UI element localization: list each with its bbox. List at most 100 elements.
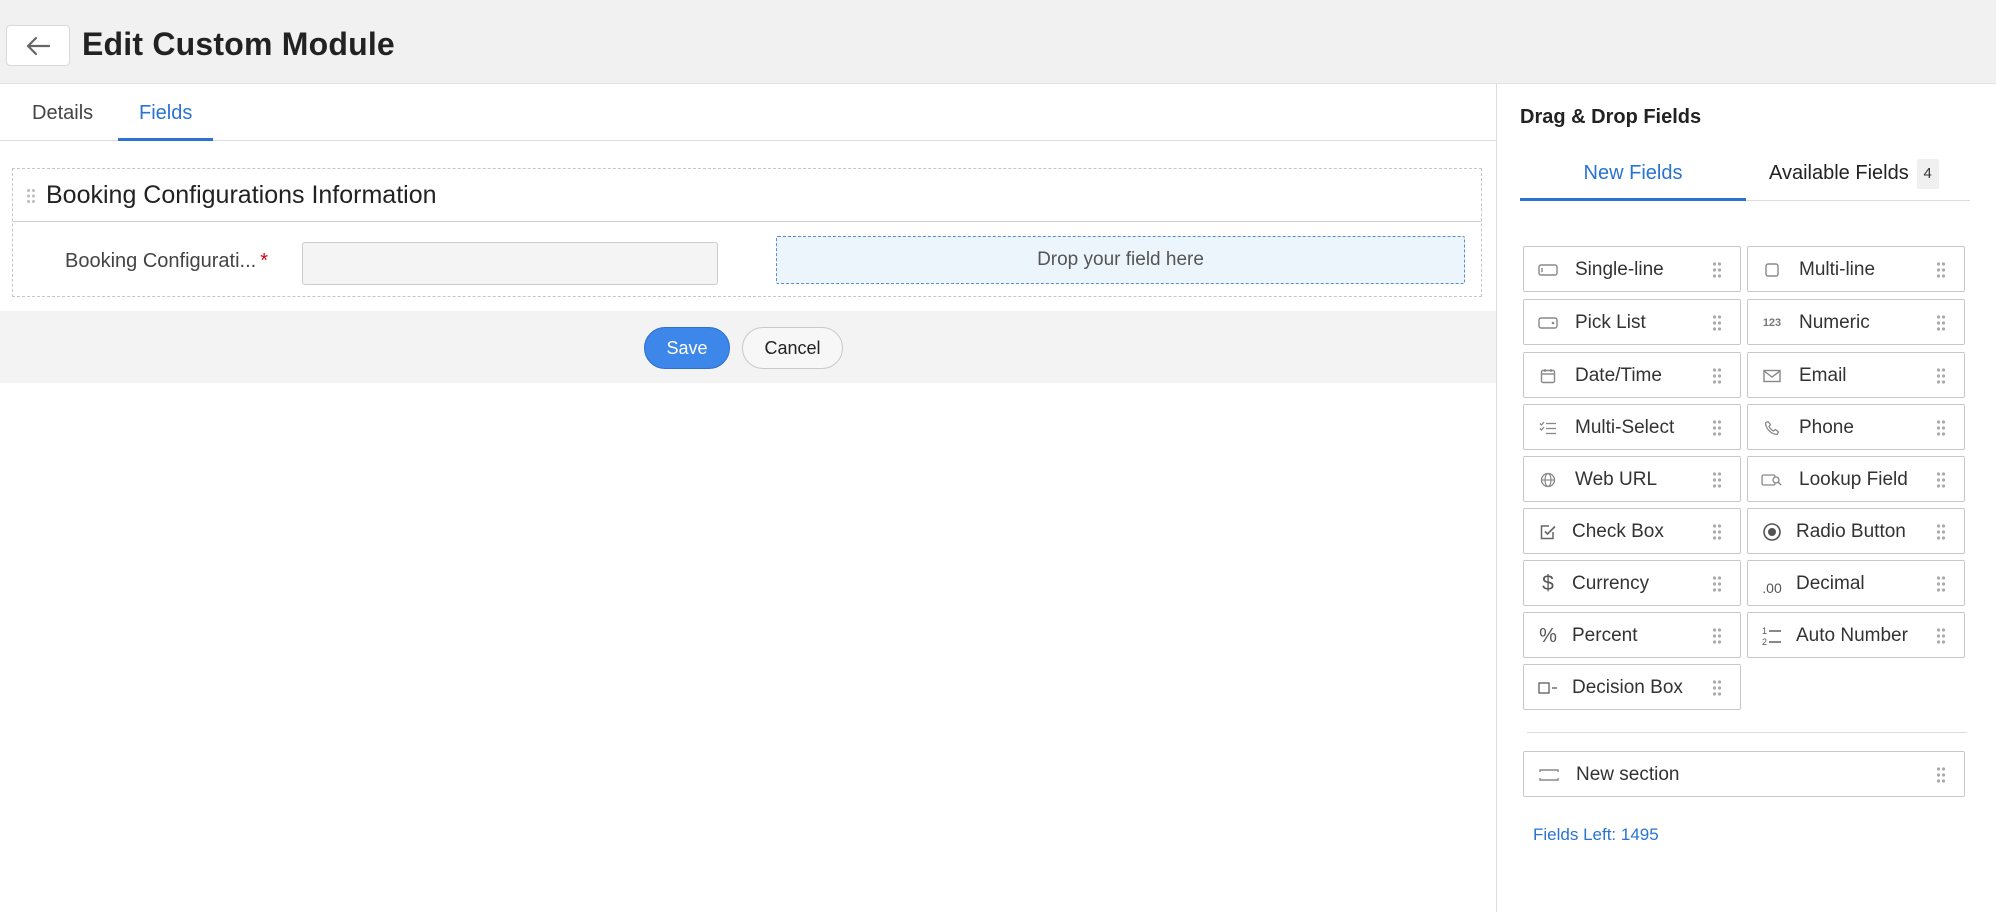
field-tile-currency[interactable]: $ Currency (1523, 560, 1741, 606)
svg-text:2: 2 (1762, 637, 1767, 647)
grip-icon (1936, 524, 1946, 540)
field-tile-label: Numeric (1799, 312, 1870, 333)
field-tile-web-url[interactable]: Web URL (1523, 456, 1741, 502)
grip-icon (1712, 420, 1722, 436)
pick-list-icon (1536, 312, 1560, 334)
field-tile-numeric[interactable]: 123 Numeric (1747, 299, 1965, 345)
radio-icon (1760, 521, 1784, 543)
page-header: Edit Custom Module (0, 0, 1996, 84)
field-tile-single-line[interactable]: Single-line (1523, 246, 1741, 292)
grip-icon (1712, 628, 1722, 644)
field-tile-multi-select[interactable]: Multi-Select (1523, 404, 1741, 450)
field-tile-label: Lookup Field (1799, 469, 1908, 490)
field-label-text: Booking Configurati... (65, 250, 257, 272)
grip-icon (1936, 368, 1946, 384)
field-tile-label: Radio Button (1796, 521, 1906, 542)
new-section-label: New section (1576, 764, 1680, 785)
grip-icon (1936, 262, 1946, 278)
globe-icon (1536, 469, 1560, 491)
grip-icon (1712, 680, 1722, 696)
field-tile-radio-button[interactable]: Radio Button (1747, 508, 1965, 554)
field-tile-label: Web URL (1575, 469, 1658, 490)
field-tile-label: Phone (1799, 417, 1854, 438)
field-tile-label: Multi-Select (1575, 417, 1675, 438)
field-tile-multi-line[interactable]: Multi-line (1747, 246, 1965, 292)
lookup-icon (1760, 469, 1784, 491)
cancel-button[interactable]: Cancel (742, 327, 843, 369)
action-bar: Save Cancel (0, 311, 1496, 383)
grip-icon (1712, 368, 1722, 384)
field-tile-label: Percent (1572, 625, 1638, 646)
phone-icon (1760, 417, 1784, 439)
field-tile-label: Date/Time (1575, 365, 1662, 386)
decimal-icon: .00 (1762, 580, 1782, 596)
grip-icon (1712, 315, 1722, 331)
field-tile-label: Decision Box (1572, 677, 1683, 698)
numeric-icon: 123 (1762, 317, 1782, 329)
grip-icon (1936, 767, 1946, 783)
calendar-icon (1536, 365, 1560, 387)
field-drop-zone[interactable]: Drop your field here (776, 236, 1465, 284)
decision-box-icon (1536, 677, 1560, 699)
percent-icon: % (1539, 624, 1557, 647)
field-tile-label: Multi-line (1799, 259, 1876, 280)
svg-text:1: 1 (1762, 626, 1767, 636)
booking-configuration-input[interactable] (302, 242, 718, 285)
field-tile-phone[interactable]: Phone (1747, 404, 1965, 450)
field-label: Booking Configurati... * (65, 250, 268, 273)
tab-details[interactable]: Details (32, 85, 93, 141)
multi-select-icon (1536, 417, 1560, 439)
grip-icon (1936, 628, 1946, 644)
field-tile-label: Single-line (1575, 259, 1664, 280)
field-tile-label: Email (1799, 365, 1847, 386)
required-marker: * (260, 250, 269, 272)
grip-icon (1712, 472, 1722, 488)
grip-icon (1712, 524, 1722, 540)
grip-icon (1936, 576, 1946, 592)
field-tile-label: Auto Number (1796, 625, 1908, 646)
section-header: Booking Configurations Information (13, 169, 1481, 222)
grip-icon (1936, 315, 1946, 331)
field-tile-percent[interactable]: % Percent (1523, 612, 1741, 658)
field-tile-pick-list[interactable]: Pick List (1523, 299, 1741, 345)
field-tile-label: Check Box (1572, 521, 1664, 542)
back-button[interactable] (6, 25, 70, 66)
tab-fields[interactable]: Fields (118, 85, 214, 141)
tab-new-fields[interactable]: New Fields (1520, 146, 1746, 201)
section-icon (1537, 764, 1561, 786)
arrow-left-icon (26, 36, 51, 55)
available-count-badge: 4 (1916, 158, 1939, 189)
field-tile-label: Currency (1572, 573, 1650, 594)
field-tile-auto-number[interactable]: 12 Auto Number (1747, 612, 1965, 658)
field-tile-decimal[interactable]: .00 Decimal (1747, 560, 1965, 606)
field-tile-date-time[interactable]: Date/Time (1523, 352, 1741, 398)
layout-section: Booking Configurations Information Booki… (12, 168, 1482, 297)
drag-drop-panel: Drag & Drop Fields New Fields Available … (1496, 84, 1996, 912)
field-tile-check-box[interactable]: Check Box (1523, 508, 1741, 554)
field-tile-label: Decimal (1796, 573, 1865, 594)
grip-icon (1712, 262, 1722, 278)
grip-icon (1712, 576, 1722, 592)
field-tile-decision-box[interactable]: Decision Box (1523, 664, 1741, 710)
field-tile-label: Pick List (1575, 312, 1646, 333)
save-button[interactable]: Save (644, 327, 730, 369)
section-title[interactable]: Booking Configurations Information (46, 181, 437, 210)
grip-icon (1936, 472, 1946, 488)
multi-line-icon (1760, 259, 1784, 281)
checkbox-icon (1536, 521, 1560, 543)
page-title: Edit Custom Module (82, 26, 395, 62)
field-tile-lookup[interactable]: Lookup Field (1747, 456, 1965, 502)
panel-title: Drag & Drop Fields (1520, 106, 1702, 128)
panel-tabs: New Fields Available Fields 4 (1520, 146, 1970, 201)
new-section-tile[interactable]: New section (1523, 751, 1965, 797)
dollar-icon: $ (1542, 572, 1554, 595)
panel-divider (1527, 732, 1967, 733)
field-tile-email[interactable]: Email (1747, 352, 1965, 398)
single-line-icon (1536, 259, 1560, 281)
auto-number-icon: 12 (1760, 625, 1784, 647)
fields-left-count: Fields Left: 1495 (1533, 825, 1659, 844)
tab-available-fields[interactable]: Available Fields 4 (1769, 146, 1939, 201)
grip-icon (1936, 420, 1946, 436)
envelope-icon (1760, 365, 1784, 387)
drag-handle-icon[interactable] (26, 188, 36, 204)
